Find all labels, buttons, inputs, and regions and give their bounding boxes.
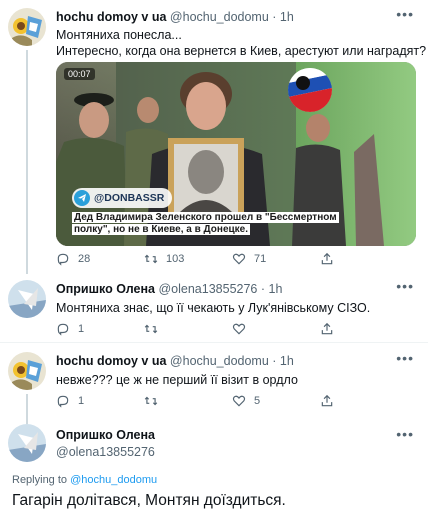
share-button[interactable]: [320, 322, 408, 336]
video-player[interactable]: 00:07 @DONBASSR Дед Владимира Зеленского…: [56, 62, 416, 246]
avatar-image: [8, 8, 46, 46]
author-name[interactable]: hochu domoy v ua: [56, 354, 166, 368]
reply-count: 1: [78, 395, 85, 407]
reply-icon: [57, 323, 69, 336]
author-handle[interactable]: @hochu_dodomu: [170, 354, 269, 368]
tweet-text-line: Монтяниха знає, що її чекають у Лук'янів…: [56, 301, 371, 315]
like-count: 5: [254, 395, 261, 407]
flag-icon: [288, 68, 332, 112]
tweet-text: Монтяниха знає, що її чекають у Лук'янів…: [56, 300, 370, 316]
replying-target-link[interactable]: @hochu_dodomu: [70, 474, 157, 486]
video-caption: Дед Владимира Зеленского прошел в "Бессм…: [72, 212, 339, 236]
retweet-button[interactable]: [144, 394, 232, 408]
share-button[interactable]: [320, 252, 408, 266]
retweet-button[interactable]: 103: [144, 252, 232, 266]
tweet-time[interactable]: · 1h: [272, 354, 294, 368]
avatar-image: [8, 424, 46, 462]
tweet-3[interactable]: hochu domoy v ua @hochu_dodomu · 1h ••• …: [0, 348, 428, 424]
telegram-icon: [74, 190, 90, 206]
tweet-text: Монтяниха понесла... Интересно, когда он…: [56, 27, 426, 59]
source-badge: @DONBASSR: [72, 188, 173, 208]
like-icon: [232, 253, 246, 265]
avatar[interactable]: [8, 352, 46, 390]
retweet-count: 103: [166, 253, 185, 265]
tweet-text-line: невже??? це ж не перший її візит в ордло: [56, 373, 298, 387]
reply-count: 1: [78, 323, 85, 335]
like-count: 71: [254, 253, 267, 265]
more-icon[interactable]: •••: [396, 350, 414, 366]
reply-button[interactable]: 1: [56, 394, 144, 408]
like-button[interactable]: 71: [232, 252, 320, 266]
tweet-header: Опришко Олена @olena13855276: [56, 428, 155, 459]
retweet-icon: [144, 324, 158, 334]
avatar[interactable]: [8, 8, 46, 46]
share-button[interactable]: [320, 394, 408, 408]
tweet-header: Опришко Олена @olena13855276 · 1h: [56, 282, 282, 296]
author-handle[interactable]: @olena13855276: [158, 282, 257, 296]
avatar-image: [8, 352, 46, 390]
video-timestamp: 00:07: [64, 68, 95, 80]
retweet-icon: [144, 254, 158, 264]
tweet-time[interactable]: · 1h: [261, 282, 283, 296]
tweet-text: невже??? це ж не перший її візит в ордло: [56, 372, 298, 388]
tweet-header: hochu domoy v ua @hochu_dodomu · 1h: [56, 354, 294, 368]
avatar[interactable]: [8, 424, 46, 462]
retweet-button[interactable]: [144, 322, 232, 336]
like-button[interactable]: [232, 322, 320, 336]
replying-prefix: Replying to: [12, 474, 68, 486]
replying-to: Replying to @hochu_dodomu: [12, 474, 157, 486]
tweet-1[interactable]: hochu domoy v ua @hochu_dodomu · 1h ••• …: [0, 0, 428, 274]
reply-button[interactable]: 1: [56, 322, 144, 336]
flag-logo: [288, 68, 332, 112]
divider: [0, 342, 428, 343]
avatar-image: [8, 280, 46, 318]
tweet-actions: 28 103 71: [56, 252, 408, 266]
like-button[interactable]: 5: [232, 394, 320, 408]
tweet-text-line: Интересно, когда она вернется в Киев, ар…: [56, 44, 427, 58]
reply-button[interactable]: 28: [56, 252, 144, 266]
author-name[interactable]: hochu domoy v ua: [56, 10, 166, 24]
tweet-actions: 1 5: [56, 394, 408, 408]
more-icon[interactable]: •••: [396, 426, 414, 442]
share-icon: [321, 322, 333, 335]
focused-tweet-text: Гагарін долітався, Монтян доїздиться.: [12, 492, 286, 509]
share-icon: [321, 252, 333, 265]
reply-icon: [57, 395, 69, 408]
tweet-time[interactable]: · 1h: [272, 10, 294, 24]
tweet-actions: 1: [56, 322, 408, 336]
more-icon[interactable]: •••: [396, 6, 414, 22]
reply-count: 28: [78, 253, 91, 265]
author-handle[interactable]: @hochu_dodomu: [170, 10, 269, 24]
author-name[interactable]: Опришко Олена: [56, 428, 155, 442]
tweet-header: hochu domoy v ua @hochu_dodomu · 1h: [56, 10, 294, 24]
retweet-icon: [144, 396, 158, 406]
tweet-text-line: Монтяниха понесла...: [56, 28, 182, 42]
reply-icon: [57, 253, 69, 266]
author-handle[interactable]: @olena13855276: [56, 445, 155, 459]
avatar[interactable]: [8, 280, 46, 318]
source-label: @DONBASSR: [94, 192, 165, 204]
like-icon: [232, 395, 246, 407]
more-icon[interactable]: •••: [396, 278, 414, 294]
like-icon: [232, 323, 246, 335]
thread-line: [26, 50, 28, 274]
author-name[interactable]: Опришко Олена: [56, 282, 155, 296]
video-caption-text: Дед Владимира Зеленского прошел в "Бессм…: [72, 212, 339, 235]
tweet-2[interactable]: Опришко Олена @olena13855276 · 1h ••• Мо…: [0, 276, 428, 346]
share-icon: [321, 394, 333, 407]
